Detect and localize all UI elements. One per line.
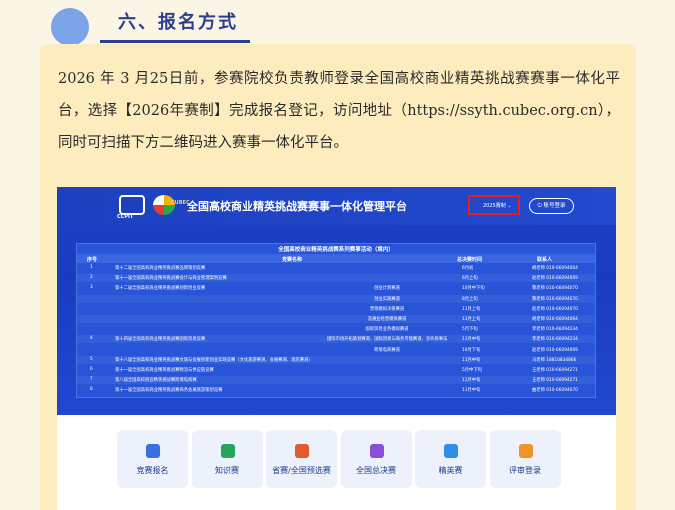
row-time: 5月下旬 [462,327,478,333]
table-row: 5 第十八届全国高校商业精英挑战赛文旅与会展创新创业实践竞赛（文化旅游赛道、会展赛… [77,355,595,364]
ccpit-logo-icon [119,195,145,215]
row-subtrack: 流通业经营模拟赛道 [367,317,407,322]
competition-table: 全国高校商业精英挑战赛系列赛事活动（境内） 序号 竞赛名称 总决赛时间 联系人 … [76,243,596,398]
table-row: 2 第十一届全国高校商业精英挑战赛会计与商业管理案例竞赛 6月上旬 赵老师 010-6… [77,274,595,283]
section-bullet-circle [51,8,89,46]
row-name: 第十二届全国高校商业精英挑战赛品牌策划竞赛 [115,266,206,271]
row-subtrack: 创业实践赛道 [374,296,400,302]
platform-title: 全国高校商业精英挑战赛赛事一体化管理平台 [187,200,407,213]
row-subtrack: 国际贸易业务模拟赛道 [365,327,409,333]
row-contact: 赵老师 010-66094069 [532,347,578,353]
row-name: 第十一届全国高校商业精英挑战赛商务会展旅游策划竞赛 [115,388,223,394]
table-caption: 全国高校商业精英挑战赛系列赛事活动（境内） [278,247,394,253]
row-time: 6月上旬 [462,276,478,282]
row-no: 8 [90,387,93,393]
row-time: 10月中下旬 [462,286,485,292]
ccpit-logo-text: CCPIT [117,214,134,220]
table-row: 6 第十一届全国高校商业精英挑战赛物流与供应链竞赛 5月中下旬 王老师 010-660… [77,366,595,374]
platform-header: CCPIT CUBEC 全国高校商业精英挑战赛赛事一体化管理平台 2025赛制 … [57,187,616,225]
row-subtrack: 国际市场开拓策划赛道、国际贸易与商务专能赛道、涉外商事法律服务赛道以及技术性贸易… [327,337,447,343]
entry-tile-label: 全国总决赛 [356,466,396,475]
book-icon [220,444,235,458]
row-subtrack: 创业计划赛道 [374,286,400,292]
entry-tile[interactable]: 省赛/全国预选赛 [266,430,337,488]
entry-tile[interactable]: 精英赛 [415,430,486,488]
row-time: 8月上旬 [462,296,478,302]
row-no: 4 [90,336,93,342]
row-subtrack: 跨境电商赛道 [374,347,400,353]
row-contact: 王老师 010-66094271 [532,378,578,384]
row-name: 第十二届全国高校商业精英挑战赛创新创业竞赛 [115,286,206,292]
entry-tile-label: 精英赛 [438,466,463,475]
star-icon [444,444,458,458]
row-time: 10月下旬 [462,347,481,353]
col-header-name: 竞赛名称 [282,257,303,263]
register-icon [146,444,160,458]
col-header-time: 总决赛时间 [457,257,483,263]
section-title: 六、报名方式 [118,12,238,33]
section-title-underline [100,40,250,43]
row-contact: 马老师 18810834866 [532,357,577,363]
row-time: 11月中旬 [462,388,481,394]
table-row: 1 第十二届全国高校商业精英挑战赛品牌策划竞赛 6月初 胡老师 010-6609406… [77,264,595,272]
row-subtrack: 营销模拟决策赛道 [369,306,405,312]
table-row: 8 第十一届全国高校商业精英挑战赛商务会展旅游策划竞赛 11月中旬 曲老师 010-6… [77,386,595,394]
row-name: 第十八届全国高校商业精英挑战赛文旅与会展创新创业实践竞赛（文化旅游赛道、会展赛道… [115,357,313,363]
row-no: 5 [90,356,93,362]
row-time: 11月中旬 [462,337,481,343]
platform-screenshot: CCPIT CUBEC 全国高校商业精英挑战赛赛事一体化管理平台 2025赛制 … [57,187,616,415]
table-header: 序号 竞赛名称 总决赛时间 联系人 [77,254,595,263]
row-contact: 胡老师 010-66094064 [532,317,578,322]
row-name: 第十一届全国高校商业精英挑战赛物流与供应链竞赛 [115,368,214,373]
table-row: 7 第八届全国高校商业精英挑战赛跨境电商赛 11月中旬 王老师 010-6609427… [77,376,595,385]
row-contact: 胡老师 010-66094064 [532,266,578,271]
entry-tile[interactable]: 全国总决赛 [340,430,412,488]
row-contact: 李老师 010-66094234 [532,327,578,333]
table-row: 国际贸易业务模拟赛道 5月下旬 李老师 010-66094234 [77,325,595,333]
entry-tile-label: 评审登录 [509,466,541,475]
row-time: 11月上旬 [462,317,481,322]
row-no: 7 [90,377,93,383]
col-header-contact: 联系人 [537,257,553,263]
entry-icons-panel: 竞赛报名 知识赛 省赛/全国预选赛 全国总决赛 精英赛 评审登录 [57,415,616,510]
row-contact: 曲老师 010-66094070 [532,388,578,394]
entry-tile-label: 竞赛报名 [136,466,169,475]
row-no: 2 [90,275,93,281]
row-contact: 赵老师 010-66094070 [532,306,578,312]
table-row: 创业实践赛道 8月上旬 黎老师 010-66094070 [77,294,595,303]
table-row: 3 第十二届全国高校商业精英挑战赛创新创业竞赛 创业计划赛道 10月中下旬 黎老师 01… [77,284,595,292]
row-name: 第十四届全国高校商业精英挑战赛国际贸易竞赛 [115,337,206,343]
row-time: 11月中旬 [462,357,481,363]
row-contact: 李老师 010-66094234 [532,337,578,343]
row-no: 1 [90,265,93,270]
entry-tile[interactable]: 评审登录 [489,430,561,488]
entry-tile-label: 省赛/全国预选赛 [272,466,331,475]
row-no: 3 [90,285,93,291]
row-time: 11月中旬 [462,378,481,384]
row-contact: 赵老师 010-66094069 [532,276,578,282]
row-time: 5月中下旬 [462,368,482,373]
row-time: 11月上旬 [462,306,481,312]
row-time: 6月初 [462,266,474,271]
col-header-no: 序号 [87,257,98,263]
season-select[interactable]: 2025赛制 ⌄ [483,202,512,209]
row-contact: 黎老师 010-66094070 [532,296,578,302]
row-name: 第八届全国高校商业精英挑战赛跨境电商赛 [115,378,197,384]
trophy-icon [295,444,309,458]
login-button[interactable]: ⏻ 账号登录 [529,198,574,214]
table-row: 流通业经营模拟赛道 11月上旬 胡老师 010-66094064 [77,315,595,323]
row-contact: 王老师 010-66094271 [532,368,578,373]
table-row: 4 第十四届全国高校商业精英挑战赛国际贸易竞赛 国际市场开拓策划赛道、国际贸易与商务… [77,335,595,344]
entry-tile[interactable]: 竞赛报名 [117,430,188,488]
entry-tile[interactable]: 知识赛 [191,430,263,488]
judge-icon [518,444,533,458]
row-contact: 黎老师 010-66094070 [532,286,578,292]
row-name: 第十一届全国高校商业精英挑战赛会计与商业管理案例竞赛 [115,276,227,282]
medal-icon [369,444,384,458]
table-row: 营销模拟决策赛道 11月上旬 赵老师 010-66094070 [77,305,595,313]
table-row: 跨境电商赛道 10月下旬 赵老师 010-66094069 [77,346,595,354]
registration-paragraph: 2026 年 3 月25日前，参赛院校负责教师登录全国高校商业精英挑战赛赛事一体… [58,71,620,151]
row-no: 6 [90,367,93,372]
entry-tile-label: 知识赛 [215,466,239,475]
